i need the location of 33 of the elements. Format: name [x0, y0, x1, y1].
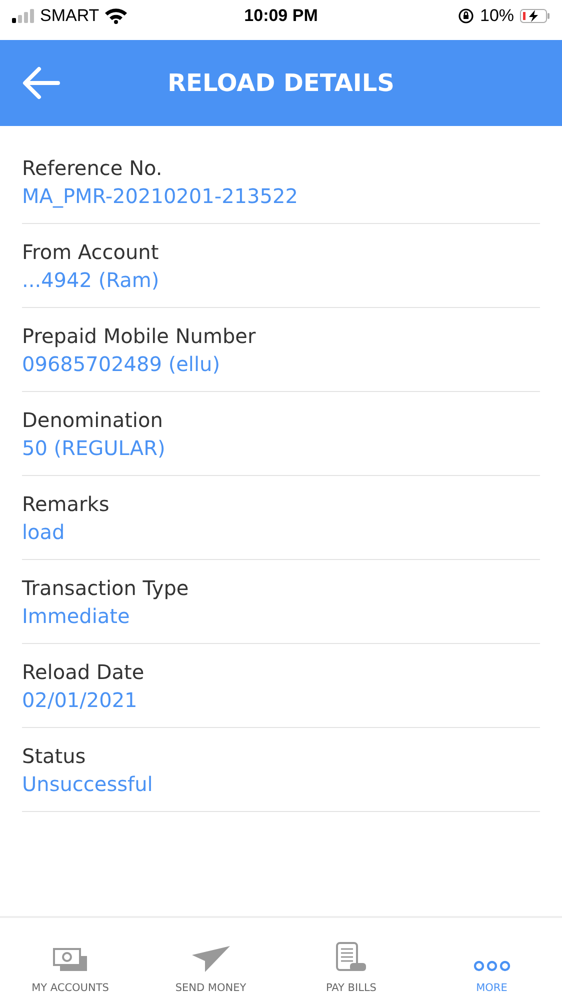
field-value: 02/01/2021	[22, 688, 138, 712]
nav-tab[interactable]: MY ACCOUNTS	[0, 918, 140, 1000]
paper-plane-icon	[192, 946, 230, 972]
field-value: 09685702489 (ellu)	[22, 352, 222, 376]
clock-time: 10:09 PM	[244, 6, 318, 26]
nav-tab[interactable]: PAY BILLS	[281, 918, 422, 1000]
receipt-icon	[336, 942, 366, 972]
field-label: Status	[22, 744, 87, 768]
rotation-lock-icon	[458, 8, 474, 24]
field-value: Unsuccessful	[22, 772, 154, 796]
field-value: MA_PMR-20210201-213522	[22, 184, 299, 208]
nav-tab[interactable]: SEND MONEY	[140, 918, 281, 1000]
field-value: ...4942 (Ram)	[22, 268, 160, 292]
field-label: Remarks	[22, 492, 110, 516]
cash-icon	[53, 948, 88, 972]
battery-percent: 10%	[480, 6, 514, 26]
field-value: Immediate	[22, 604, 131, 628]
signal-icon	[12, 9, 34, 23]
more-icon	[472, 960, 511, 972]
field-label: Transaction Type	[22, 576, 190, 600]
nav-tab[interactable]: MORE	[422, 918, 562, 1000]
field-label: Reference No.	[22, 156, 164, 180]
field-value: 50 (REGULAR)	[22, 436, 166, 460]
field-label: Prepaid Mobile Number	[22, 324, 257, 348]
field-label: Denomination	[22, 408, 164, 432]
page-title: RELOAD DETAILS	[168, 69, 394, 97]
field-label: From Account	[22, 240, 160, 264]
back-button[interactable]	[22, 66, 60, 100]
field-label: Reload Date	[22, 660, 146, 684]
carrier-name: SMART	[40, 6, 100, 26]
wifi-icon	[105, 8, 128, 24]
field-value: load	[22, 520, 66, 544]
charging-battery-icon	[520, 9, 550, 23]
